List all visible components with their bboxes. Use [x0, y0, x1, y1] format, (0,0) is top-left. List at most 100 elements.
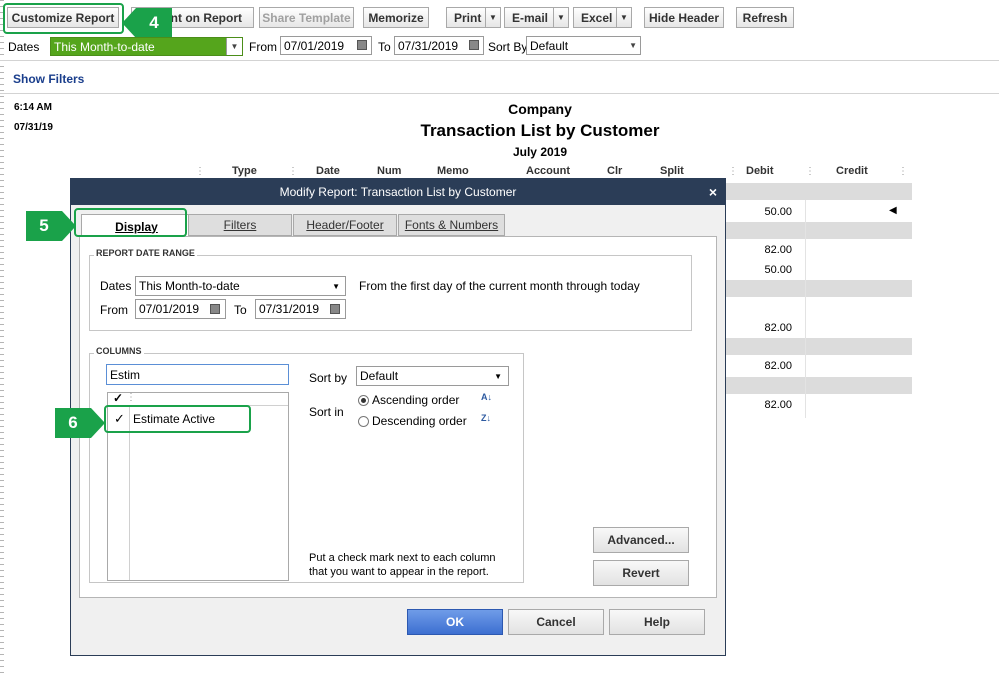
column-resize-handle[interactable]: ⋮	[728, 166, 738, 177]
dates-select-value: This Month-to-date	[54, 39, 155, 54]
col-header-memo[interactable]: Memo	[437, 165, 469, 177]
excel-button[interactable]: Excel ▼	[573, 7, 632, 28]
report-group-row	[726, 377, 912, 394]
dialog-sort-by-select[interactable]: Default ▼	[356, 366, 509, 386]
dialog-from-date-value: 07/01/2019	[139, 302, 200, 316]
dialog-title-bar[interactable]: Modify Report: Transaction List by Custo…	[71, 179, 725, 205]
calendar-icon[interactable]	[469, 40, 479, 50]
dialog-dates-description: From the first day of the current month …	[359, 279, 640, 293]
memorize-button[interactable]: Memorize	[363, 7, 429, 28]
estimate-active-highlight	[104, 405, 251, 433]
print-dropdown-icon[interactable]: ▼	[485, 8, 500, 27]
tab-header-footer[interactable]: Header/Footer	[293, 214, 397, 236]
col-header-date[interactable]: Date	[316, 165, 340, 177]
step-4-label: 4	[149, 13, 159, 32]
report-divider	[0, 93, 999, 94]
chevron-down-icon: ▼	[494, 371, 502, 381]
to-date-value: 07/31/2019	[398, 38, 459, 53]
report-group-row	[726, 183, 912, 200]
caret-left-icon: ◀	[889, 205, 897, 216]
sort-by-label: Sort by	[309, 371, 348, 385]
close-icon[interactable]: ×	[709, 184, 717, 200]
excel-label: Excel	[581, 10, 613, 25]
report-title: Transaction List by Customer	[420, 121, 660, 140]
tab-filters[interactable]: Filters	[188, 214, 292, 236]
from-label: From	[249, 40, 277, 54]
report-group-row	[726, 280, 912, 297]
sort-by-select[interactable]: Default ▼	[526, 36, 641, 55]
column-divider	[805, 200, 806, 418]
step-6-label: 6	[68, 413, 78, 432]
email-dropdown-icon[interactable]: ▼	[553, 8, 568, 27]
col-header-clr[interactable]: Clr	[607, 165, 622, 177]
column-resize-handle[interactable]: ⋮	[195, 166, 205, 177]
report-date: 07/31/19	[14, 122, 53, 133]
descending-label[interactable]: Descending order	[372, 414, 467, 428]
col-header-account[interactable]: Account	[526, 165, 570, 177]
calendar-icon[interactable]	[357, 40, 367, 50]
from-date-field[interactable]: 07/01/2019	[280, 36, 372, 55]
descending-radio[interactable]	[358, 416, 369, 427]
from-date-value: 07/01/2019	[284, 38, 345, 53]
col-header-num[interactable]: Num	[377, 165, 401, 177]
refresh-button[interactable]: Refresh	[736, 7, 794, 28]
chevron-down-icon: ▼	[629, 41, 637, 50]
chevron-down-icon: ▼	[226, 38, 242, 55]
col-header-credit[interactable]: Credit	[836, 165, 868, 177]
calendar-icon[interactable]	[330, 304, 340, 314]
report-time: 6:14 AM	[14, 102, 52, 113]
column-resize-handle[interactable]: ⋮	[288, 166, 298, 177]
cancel-button[interactable]: Cancel	[508, 609, 604, 635]
help-button[interactable]: Help	[609, 609, 705, 635]
advanced-button[interactable]: Advanced...	[593, 527, 689, 553]
show-filters-link[interactable]: Show Filters	[13, 72, 84, 86]
col-header-debit[interactable]: Debit	[746, 165, 774, 177]
report-group-row	[726, 338, 912, 355]
dialog-dates-value: This Month-to-date	[139, 279, 240, 293]
dialog-sort-by-value: Default	[360, 369, 399, 383]
col-header-type[interactable]: Type	[232, 165, 257, 177]
column-search-input[interactable]: Estim	[106, 364, 289, 385]
print-label: Print	[454, 10, 482, 25]
dialog-title: Modify Report: Transaction List by Custo…	[279, 185, 517, 199]
display-tab-highlight	[74, 208, 187, 237]
dialog-dates-label: Dates	[100, 279, 132, 293]
email-label: E-mail	[512, 10, 549, 25]
col-header-split[interactable]: Split	[660, 165, 684, 177]
column-search-value: Estim	[110, 367, 140, 382]
step-5-badge: 5	[26, 211, 76, 241]
print-button[interactable]: Print ▼	[446, 7, 501, 28]
column-resize-handle[interactable]: ⋮	[898, 166, 908, 177]
share-template-button[interactable]: Share Template	[259, 7, 354, 28]
tab-fonts-numbers[interactable]: Fonts & Numbers	[398, 214, 505, 236]
sort-descending-icon: Z↓	[481, 413, 491, 423]
ok-button[interactable]: OK	[407, 609, 503, 635]
excel-dropdown-icon[interactable]: ▼	[616, 8, 631, 27]
calendar-icon[interactable]	[210, 304, 220, 314]
dialog-to-date-value: 07/31/2019	[259, 302, 320, 316]
hide-header-button[interactable]: Hide Header	[644, 7, 724, 28]
debit-cell: 82.00	[764, 322, 792, 334]
dialog-dates-select[interactable]: This Month-to-date ▼	[135, 276, 346, 296]
dialog-to-date-field[interactable]: 07/31/2019	[255, 299, 346, 319]
report-group-row	[726, 222, 912, 239]
dialog-from-date-field[interactable]: 07/01/2019	[135, 299, 226, 319]
dates-select[interactable]: This Month-to-date ▼	[50, 37, 243, 56]
debit-cell: 50.00	[764, 264, 792, 276]
step-4-badge: 4	[122, 8, 172, 38]
debit-cell: 82.00	[764, 360, 792, 372]
to-date-field[interactable]: 07/31/2019	[394, 36, 484, 55]
email-button[interactable]: E-mail ▼	[504, 7, 569, 28]
dates-label: Dates	[8, 40, 40, 54]
ascending-radio[interactable]	[358, 395, 369, 406]
customize-highlight	[3, 3, 124, 34]
ascending-label[interactable]: Ascending order	[372, 393, 459, 407]
column-resize-handle[interactable]: ⋮	[126, 392, 136, 403]
check-column-header[interactable]: ✓	[113, 391, 123, 405]
memorize-label: Memorize	[368, 10, 424, 25]
column-resize-handle[interactable]: ⋮	[805, 166, 815, 177]
columns-hint: Put a check mark next to each column tha…	[309, 552, 496, 578]
revert-button[interactable]: Revert	[593, 560, 689, 586]
page-edge	[0, 0, 4, 675]
refresh-label: Refresh	[742, 10, 788, 25]
